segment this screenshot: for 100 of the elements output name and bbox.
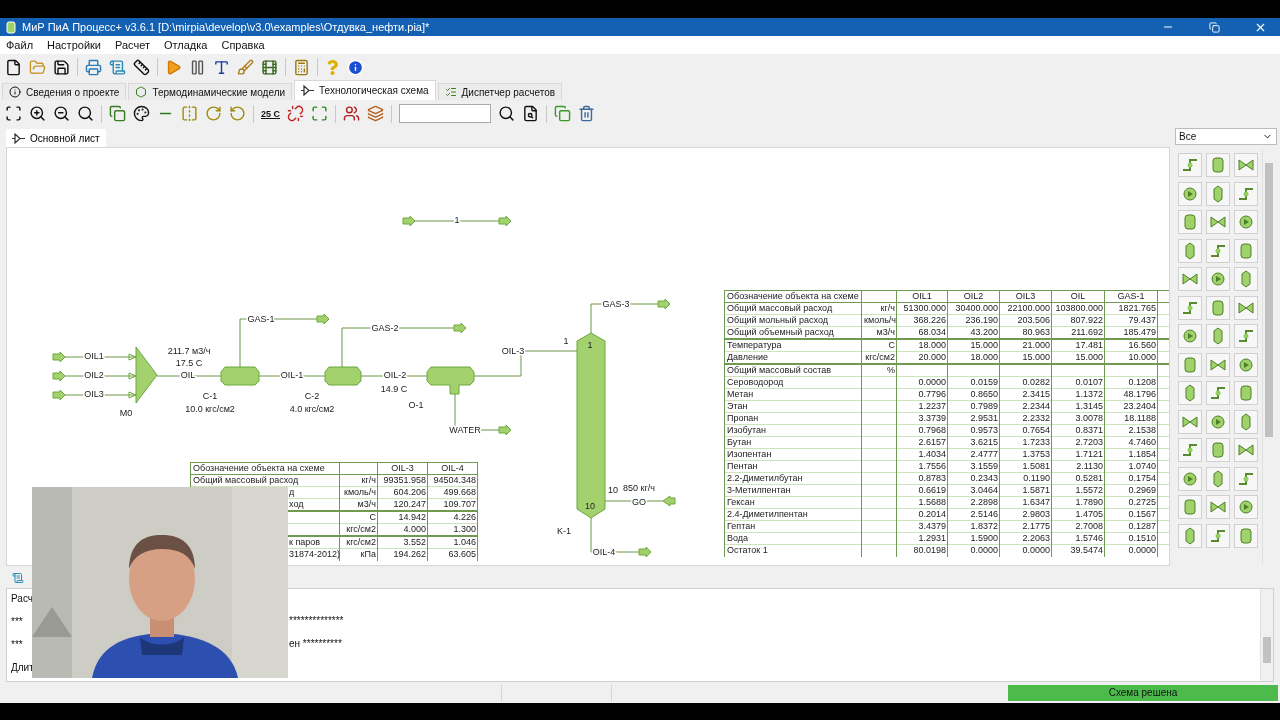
table-cell: Давление — [724, 351, 862, 364]
vessel-icon[interactable] — [1181, 498, 1199, 516]
table-cell: 21.000 — [999, 339, 1052, 352]
info-icon[interactable] — [347, 58, 364, 76]
film-icon[interactable] — [261, 58, 278, 76]
inlet-marker — [128, 391, 137, 399]
valve-icon[interactable] — [1181, 270, 1199, 288]
printer-icon[interactable] — [85, 58, 102, 76]
table-cell: 0.1754 — [1104, 472, 1158, 485]
pump-icon[interactable] — [1237, 498, 1255, 516]
scrollbar[interactable] — [1260, 589, 1273, 681]
table-cell: 0.0000 — [896, 376, 948, 389]
scroll-icon[interactable] — [109, 58, 126, 76]
layers-icon[interactable] — [367, 105, 384, 122]
pump-icon[interactable] — [1181, 184, 1199, 203]
ruler-icon[interactable] — [133, 58, 150, 76]
people-icon[interactable] — [343, 105, 360, 122]
table-cell: Изопентан — [724, 448, 862, 461]
pipe-icon[interactable] — [1209, 384, 1227, 402]
stream-label: 17.5 C — [175, 358, 203, 369]
pump-icon[interactable] — [1209, 270, 1227, 288]
stream-label: 1 — [587, 340, 593, 351]
valve-icon[interactable] — [1237, 441, 1255, 459]
table-cell: 1.5746 — [1051, 532, 1105, 545]
tab[interactable]: Сведения о проекте — [2, 83, 127, 100]
rotate-icon[interactable] — [205, 105, 222, 122]
tab[interactable]: Термодинамические модели — [128, 83, 293, 100]
menu-item[interactable]: Файл — [6, 39, 34, 51]
unlink-icon[interactable] — [287, 105, 304, 122]
vessel-icon[interactable] — [1209, 441, 1227, 459]
valve-icon[interactable] — [1237, 156, 1255, 174]
list-icon — [444, 86, 457, 98]
table-cell: 2.4-Диметилпентан — [724, 508, 862, 521]
zoom-fit-icon[interactable] — [5, 105, 22, 122]
table-cell: 194.262 — [377, 548, 428, 561]
menu-item[interactable]: Справка — [221, 39, 265, 51]
column-header: OIL2 — [947, 290, 1000, 303]
zoom-in-icon[interactable] — [29, 105, 46, 122]
pipe-icon[interactable] — [1237, 327, 1255, 345]
pump-icon[interactable] — [1237, 355, 1255, 374]
table-cell: 80.963 — [999, 326, 1052, 339]
menu-item[interactable]: Отладка — [164, 39, 208, 51]
filter-dropdown[interactable]: Все — [1175, 128, 1277, 145]
tab[interactable]: Технологическая схема — [294, 80, 436, 100]
palette-icon[interactable] — [133, 105, 150, 122]
play-icon[interactable] — [165, 58, 182, 76]
table-cell: 4.000 — [377, 523, 428, 536]
tab[interactable]: Диспетчер расчетов — [437, 83, 563, 100]
table-cell: 109.707 — [427, 498, 478, 511]
stream-icon — [12, 132, 25, 144]
stream-arrow-icon — [453, 322, 467, 334]
copy-icon[interactable] — [109, 105, 126, 122]
vessel-icon[interactable] — [1237, 526, 1255, 545]
table-cell: 1.1372 — [1051, 388, 1105, 401]
table-cell: 48.1796 — [1104, 388, 1158, 401]
zoom-icon[interactable] — [77, 105, 94, 122]
pipe-icon[interactable] — [1181, 156, 1199, 174]
vessel-icon[interactable] — [1237, 384, 1255, 402]
new-file-icon[interactable] — [5, 58, 22, 76]
save-icon[interactable] — [53, 58, 70, 76]
temperature-button[interactable]: 25 C — [261, 108, 280, 119]
menu-item[interactable]: Расчет — [115, 39, 150, 51]
table-cell: 0.1510 — [1104, 532, 1158, 545]
pump-icon[interactable] — [1181, 327, 1199, 345]
log-text: *** — [11, 639, 23, 650]
sheet-tab[interactable]: Основной лист — [6, 129, 106, 147]
vessel-icon[interactable] — [1181, 213, 1199, 231]
frame-icon[interactable] — [311, 105, 328, 122]
search-icon[interactable] — [498, 105, 515, 122]
flip-icon[interactable] — [181, 105, 198, 122]
stream-label: WATER — [449, 425, 481, 436]
search-field[interactable] — [399, 104, 491, 123]
vessel-icon[interactable] — [1181, 355, 1199, 374]
table-cell: 3.3739 — [896, 412, 948, 425]
valve-icon[interactable] — [1209, 498, 1227, 516]
stream-arrow-icon — [657, 298, 671, 310]
zoom-out-icon[interactable] — [53, 105, 70, 122]
pump-icon[interactable] — [1181, 469, 1199, 488]
valve-icon[interactable] — [1209, 213, 1227, 231]
pump-icon[interactable] — [1237, 213, 1255, 231]
text-icon[interactable] — [213, 58, 230, 76]
table-cell: 79.437 — [1104, 314, 1158, 327]
pump-icon[interactable] — [1209, 412, 1227, 431]
file-search-icon[interactable] — [522, 105, 539, 122]
pipe-icon[interactable] — [1181, 441, 1199, 459]
vessel-icon[interactable] — [1209, 298, 1227, 317]
pause-icon[interactable] — [189, 58, 206, 76]
copy-icon[interactable] — [554, 105, 571, 122]
calculator-icon[interactable] — [293, 58, 310, 76]
vessel-icon[interactable] — [1209, 156, 1227, 174]
vessel-icon[interactable] — [1237, 241, 1255, 260]
trash-icon[interactable] — [578, 105, 595, 122]
folder-icon[interactable] — [29, 58, 46, 76]
rotate-icon[interactable] — [229, 105, 246, 122]
menu-item[interactable]: Настройки — [47, 39, 101, 51]
table-cell: 0.8371 — [1051, 424, 1105, 437]
stream-label: 10 — [585, 501, 595, 512]
table-cell: 2.4777 — [947, 448, 1000, 461]
brush-icon[interactable] — [237, 58, 254, 76]
table-cell: кгс/см2 — [339, 523, 378, 536]
